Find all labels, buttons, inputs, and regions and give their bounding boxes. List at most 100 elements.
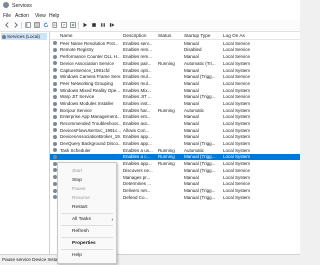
restart-service-icon[interactable] — [108, 22, 115, 28]
context-menu: Start Stop Pause Resume Restart All Task… — [57, 162, 117, 264]
forward-icon[interactable] — [12, 22, 19, 28]
menu-item-help[interactable]: Help — [58, 251, 116, 260]
service-log-on-as: Local System — [223, 141, 251, 147]
service-log-on-as: Local Service — [223, 181, 251, 187]
service-description: Discovers ne... — [123, 167, 153, 173]
table-row[interactable]: Remote Registry Enables rem... Disabled Loc… — [50, 47, 300, 54]
service-gear-icon — [53, 121, 57, 126]
service-description: Enables ent... — [123, 114, 151, 120]
table-row[interactable]: Device Association Service Enables pair..… — [50, 60, 300, 67]
service-log-on-as: Local Service — [223, 54, 251, 60]
service-description: Defend Co... — [123, 194, 149, 200]
service-name: Bonjour Service — [60, 107, 92, 113]
menu-file[interactable]: File — [3, 13, 11, 19]
service-description: Enables inst... — [123, 100, 152, 106]
menu-item-label: Help — [72, 253, 82, 258]
service-gear-icon — [53, 81, 57, 86]
table-row[interactable]: DevicesFlowUserSvc_1991c... Allows Con...… — [50, 127, 300, 134]
help-icon[interactable]: ? — [60, 22, 67, 28]
table-row[interactable]: Windows Modules Installer Enables inst...… — [50, 100, 300, 107]
menu-item-label: Restart — [72, 205, 88, 210]
service-name: Windows Camera Frame Serv... — [60, 74, 121, 80]
table-row[interactable]: Performance Counter DLL H... Enables rem.… — [50, 53, 300, 60]
table-row[interactable]: Windows Mixed Reality Ope... Enables Mix.… — [50, 87, 300, 94]
service-name: DevicesAssociationBroker_19... — [60, 134, 121, 140]
service-log-on-as: Local System — [223, 187, 251, 193]
list-view-icon[interactable] — [33, 22, 40, 28]
service-status: Running — [158, 154, 175, 160]
service-startup-type: Manual (Trigg... — [184, 141, 216, 147]
service-startup-type: Manual (Trigg... — [184, 161, 216, 167]
service-log-on-as: Local System — [223, 147, 251, 153]
show-hide-tree-icon[interactable] — [24, 22, 31, 28]
refresh-icon[interactable] — [42, 22, 49, 28]
export-list-icon[interactable] — [51, 22, 58, 28]
table-row[interactable]: Task Scheduler Enables a us... Running Auto… — [50, 147, 300, 154]
service-name: Recommended Troubleshoot... — [60, 121, 121, 127]
table-row[interactable]: Recommended Troubleshoot... Enables aut..… — [50, 120, 300, 127]
service-log-on-as: Local Service — [223, 74, 251, 80]
service-startup-type: Manual — [184, 181, 199, 187]
table-row[interactable]: Peer Networking Grouping Enables mul... Ma… — [50, 80, 300, 87]
menu-item-stop[interactable]: Stop — [58, 176, 116, 185]
start-service-icon[interactable] — [81, 22, 88, 28]
menu-action[interactable]: Action — [15, 13, 29, 19]
pause-service-icon[interactable] — [99, 22, 106, 28]
service-description: Enables JIT ... — [123, 94, 152, 100]
menu-help[interactable]: Help — [49, 13, 59, 19]
table-row[interactable]: DevQuery Background Disco... Enables app.… — [50, 140, 300, 147]
column-header-description[interactable]: Description — [123, 33, 146, 38]
table-row[interactable]: Windows Camera Frame Serv... Enables mul.… — [50, 73, 300, 80]
menu-item-start[interactable]: Start — [58, 167, 116, 176]
service-log-on-as: Local System — [223, 67, 251, 73]
services-gear-icon — [2, 34, 6, 39]
menu-item-label: Refresh — [72, 229, 89, 234]
service-startup-type: Manual — [184, 134, 199, 140]
table-row[interactable]: DevicesAssociationBroker_19... Enables ap… — [50, 134, 300, 141]
table-row[interactable]: CaptureService_1991cfd Enables opti... Man… — [50, 67, 300, 74]
menu-item-properties[interactable]: Properties — [58, 239, 116, 248]
service-gear-icon — [53, 61, 57, 66]
service-startup-type: Manual — [184, 87, 199, 93]
service-startup-type: Automatic — [184, 147, 205, 153]
menu-view[interactable]: View — [35, 13, 46, 19]
stop-service-icon[interactable] — [90, 22, 97, 28]
service-log-on-as: Local System — [223, 154, 251, 160]
service-log-on-as: Local Service — [223, 40, 251, 46]
tree-node-services-local[interactable]: Services (Local) — [1, 33, 47, 40]
service-startup-type: Automatic — [184, 107, 205, 113]
table-row[interactable]: Warp JIT Service Enables JIT ... Manual (T… — [50, 94, 300, 101]
service-description: Enables a c... — [123, 154, 151, 160]
service-name: CaptureService_1991cfd — [60, 67, 110, 73]
back-icon[interactable] — [3, 22, 10, 28]
service-log-on-as: Local System — [223, 87, 251, 93]
service-log-on-as: Local Service — [223, 167, 251, 173]
service-startup-type: Manual — [184, 40, 199, 46]
menu-item-refresh[interactable]: Refresh — [58, 227, 116, 236]
menu-item-restart[interactable]: Restart — [58, 203, 116, 212]
menu-item-pause[interactable]: Pause — [58, 185, 116, 194]
services-gear-icon — [3, 2, 9, 8]
table-row[interactable]: Peer Name Resolution Prot... Enables serv… — [50, 40, 300, 47]
service-log-on-as: Local System — [223, 194, 251, 200]
column-header-name[interactable]: Name — [60, 33, 73, 38]
service-description: Enables opti... — [123, 67, 152, 73]
menu-item-all-tasks[interactable]: All Tasks › — [58, 215, 116, 224]
service-name: Peer Name Resolution Prot... — [60, 40, 119, 46]
service-description: Manages pr... — [123, 174, 151, 180]
menu-separator — [61, 249, 113, 250]
service-startup-type: Manual (Trigg... — [184, 74, 216, 80]
service-startup-type: Manual — [184, 67, 199, 73]
service-log-on-as: Local System — [223, 121, 251, 127]
table-row[interactable]: Bonjour Service Enables har... Running Auto… — [50, 107, 300, 114]
column-header-startup-type[interactable]: Startup Type — [184, 33, 211, 38]
service-gear-icon — [53, 148, 57, 153]
menu-item-resume[interactable]: Resume — [58, 194, 116, 203]
column-header-log-on-as[interactable]: Log On As — [223, 33, 245, 38]
column-header-status[interactable]: Status — [158, 33, 171, 38]
table-row[interactable]: Enables a c... Running Manual (Trigg... Loc… — [50, 153, 300, 161]
service-log-on-as: Local System — [223, 127, 251, 133]
table-row[interactable]: Enterprise App Management... Enables ent.… — [50, 114, 300, 121]
help-topics-icon[interactable] — [69, 22, 76, 28]
service-description: Enables app... — [123, 161, 152, 167]
